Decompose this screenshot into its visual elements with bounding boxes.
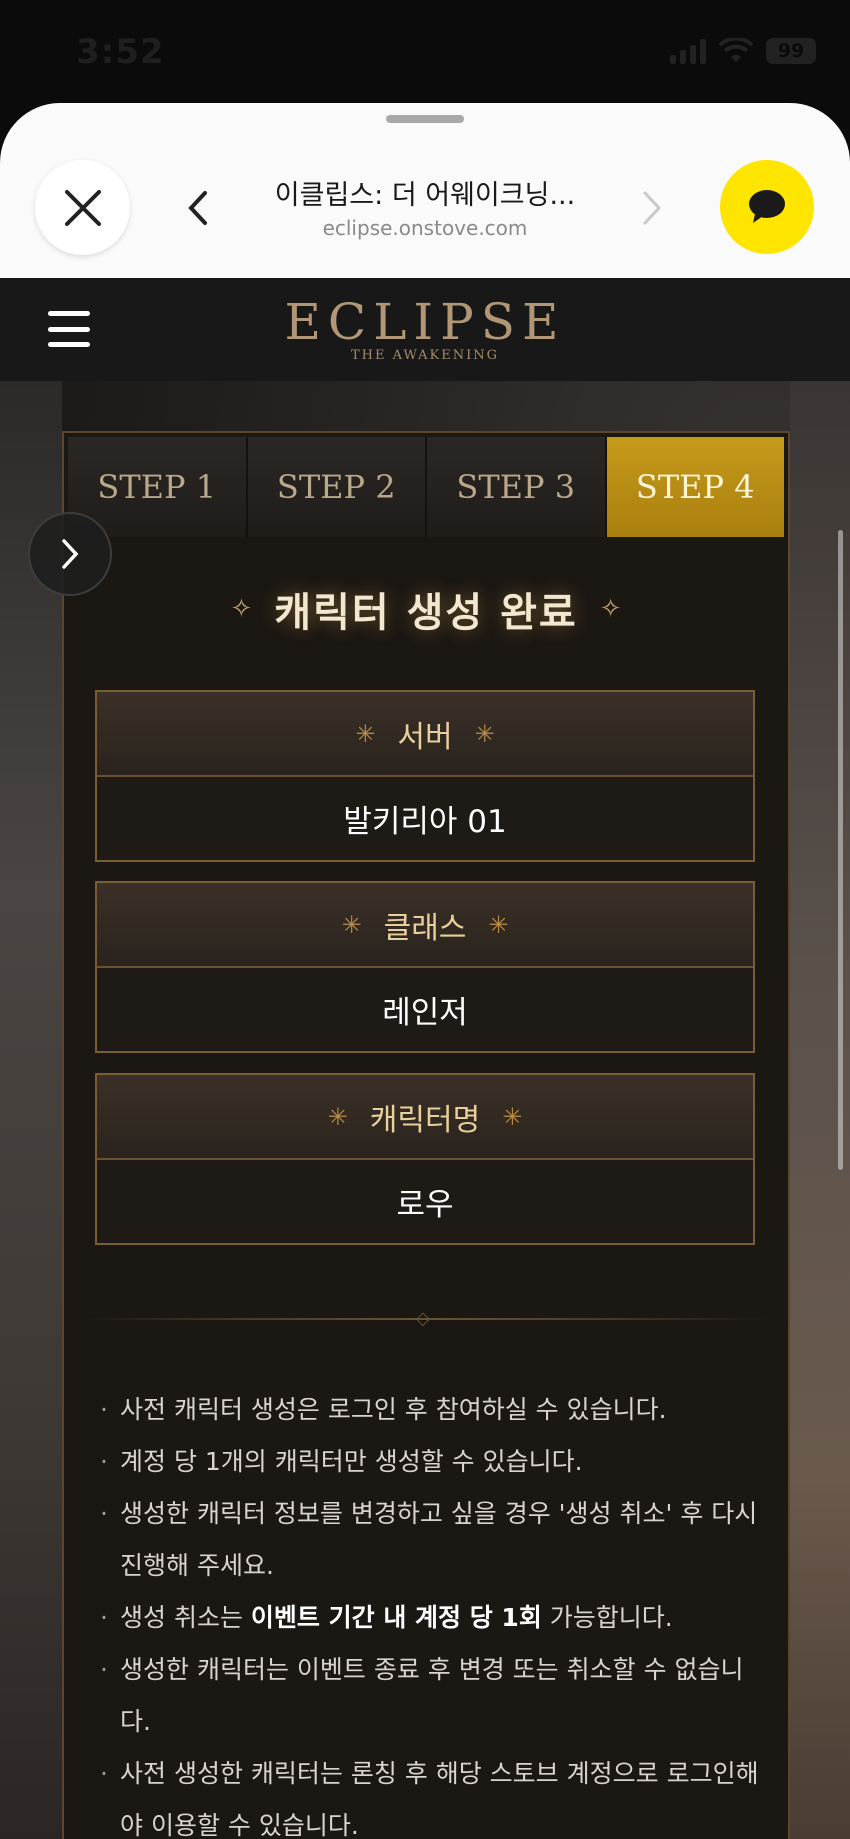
character-name-label: 캐릭터명 [369, 1102, 481, 1138]
tab-step-3[interactable]: STEP 3 [427, 437, 607, 537]
chat-bubble-icon [749, 190, 785, 223]
heading-row: ✧ 캐릭터 생성 완료 ✧ [62, 580, 790, 638]
forward-button[interactable] [632, 183, 672, 233]
page-title: 이클립스: 더 어웨이크닝... [274, 180, 576, 211]
class-label: 클래스 [383, 910, 467, 946]
status-icons: 99 [670, 38, 816, 64]
page-url: eclipse.onstove.com [322, 216, 528, 240]
sparkle-icon: ✳ [327, 1102, 348, 1131]
sparkle-icon: ✳ [474, 719, 495, 748]
step-tabs: STEP 1 STEP 2 STEP 3 STEP 4 [68, 437, 784, 537]
close-icon [64, 189, 101, 226]
tab-step-4[interactable]: STEP 4 [606, 437, 784, 537]
notice-item: 사전 캐릭터 생성은 로그인 후 참여하실 수 있습니다. [100, 1384, 760, 1436]
kakaotalk-button[interactable] [720, 160, 814, 254]
server-label: 서버 [397, 719, 453, 755]
scroll-indicator[interactable] [838, 530, 843, 1170]
sparkle-icon: ✳ [355, 719, 376, 748]
close-button[interactable] [35, 160, 130, 255]
site-logo[interactable]: ECLIPSE THE AWAKENING [240, 292, 610, 363]
sparkle-icon: ✳ [341, 910, 362, 939]
server-box: ✳ 서버 ✳ 발키리아 01 [95, 690, 755, 862]
chevron-right-icon [643, 191, 662, 225]
chevron-left-icon [188, 191, 207, 225]
character-name-header: ✳ 캐릭터명 ✳ [97, 1075, 753, 1160]
character-name-box: ✳ 캐릭터명 ✳ 로우 [95, 1073, 755, 1245]
notice-item: 생성한 캐릭터는 이벤트 종료 후 변경 또는 취소할 수 없습니다. [100, 1644, 760, 1748]
notice-item: 계정 당 1개의 캐릭터만 생성할 수 있습니다. [100, 1436, 760, 1488]
sparkle-icon: ✳ [502, 1102, 523, 1131]
character-name-value: 로우 [97, 1160, 753, 1243]
ornament-right-icon: ✧ [599, 594, 622, 624]
notice-item: 생성 취소는 이벤트 기간 내 계정 당 1회 가능합니다. [100, 1592, 760, 1644]
class-value: 레인저 [97, 968, 753, 1051]
tab-step-2[interactable]: STEP 2 [247, 437, 427, 537]
menu-icon[interactable] [48, 311, 90, 347]
sparkle-icon: ✳ [488, 910, 509, 939]
background-art-left [0, 381, 62, 1839]
notice-item: 사전 생성한 캐릭터는 론칭 후 해당 스토브 계정으로 로그인해야 이용할 수… [100, 1748, 760, 1839]
site-header: ECLIPSE THE AWAKENING [0, 278, 850, 381]
browser-sheet: 이클립스: 더 어웨이크닝... eclipse.onstove.com [0, 103, 850, 278]
chevron-right-icon [62, 539, 79, 569]
notice-item: 생성한 캐릭터 정보를 변경하고 싶을 경우 '생성 취소' 후 다시 진행해 … [100, 1488, 760, 1592]
server-value: 발키리아 01 [97, 777, 753, 860]
ornament-left-icon: ✧ [230, 594, 253, 624]
server-header: ✳ 서버 ✳ [97, 692, 753, 777]
logo-main-text: ECLIPSE [284, 293, 566, 351]
cellular-signal-icon [670, 38, 706, 64]
wifi-icon [718, 38, 754, 62]
class-header: ✳ 클래스 ✳ [97, 883, 753, 968]
status-time: 3:52 [76, 32, 165, 72]
notice-list: 사전 캐릭터 생성은 로그인 후 참여하실 수 있습니다. 계정 당 1개의 캐… [100, 1384, 760, 1839]
sheet-grabber[interactable] [386, 115, 464, 123]
page-heading: 캐릭터 생성 완료 [274, 590, 578, 636]
divider-ornament-icon: ◇ [416, 1308, 430, 1329]
status-bar: 3:52 99 [0, 0, 850, 105]
battery-icon: 99 [766, 38, 816, 64]
back-button[interactable] [178, 183, 218, 233]
class-box: ✳ 클래스 ✳ 레인저 [95, 881, 755, 1053]
